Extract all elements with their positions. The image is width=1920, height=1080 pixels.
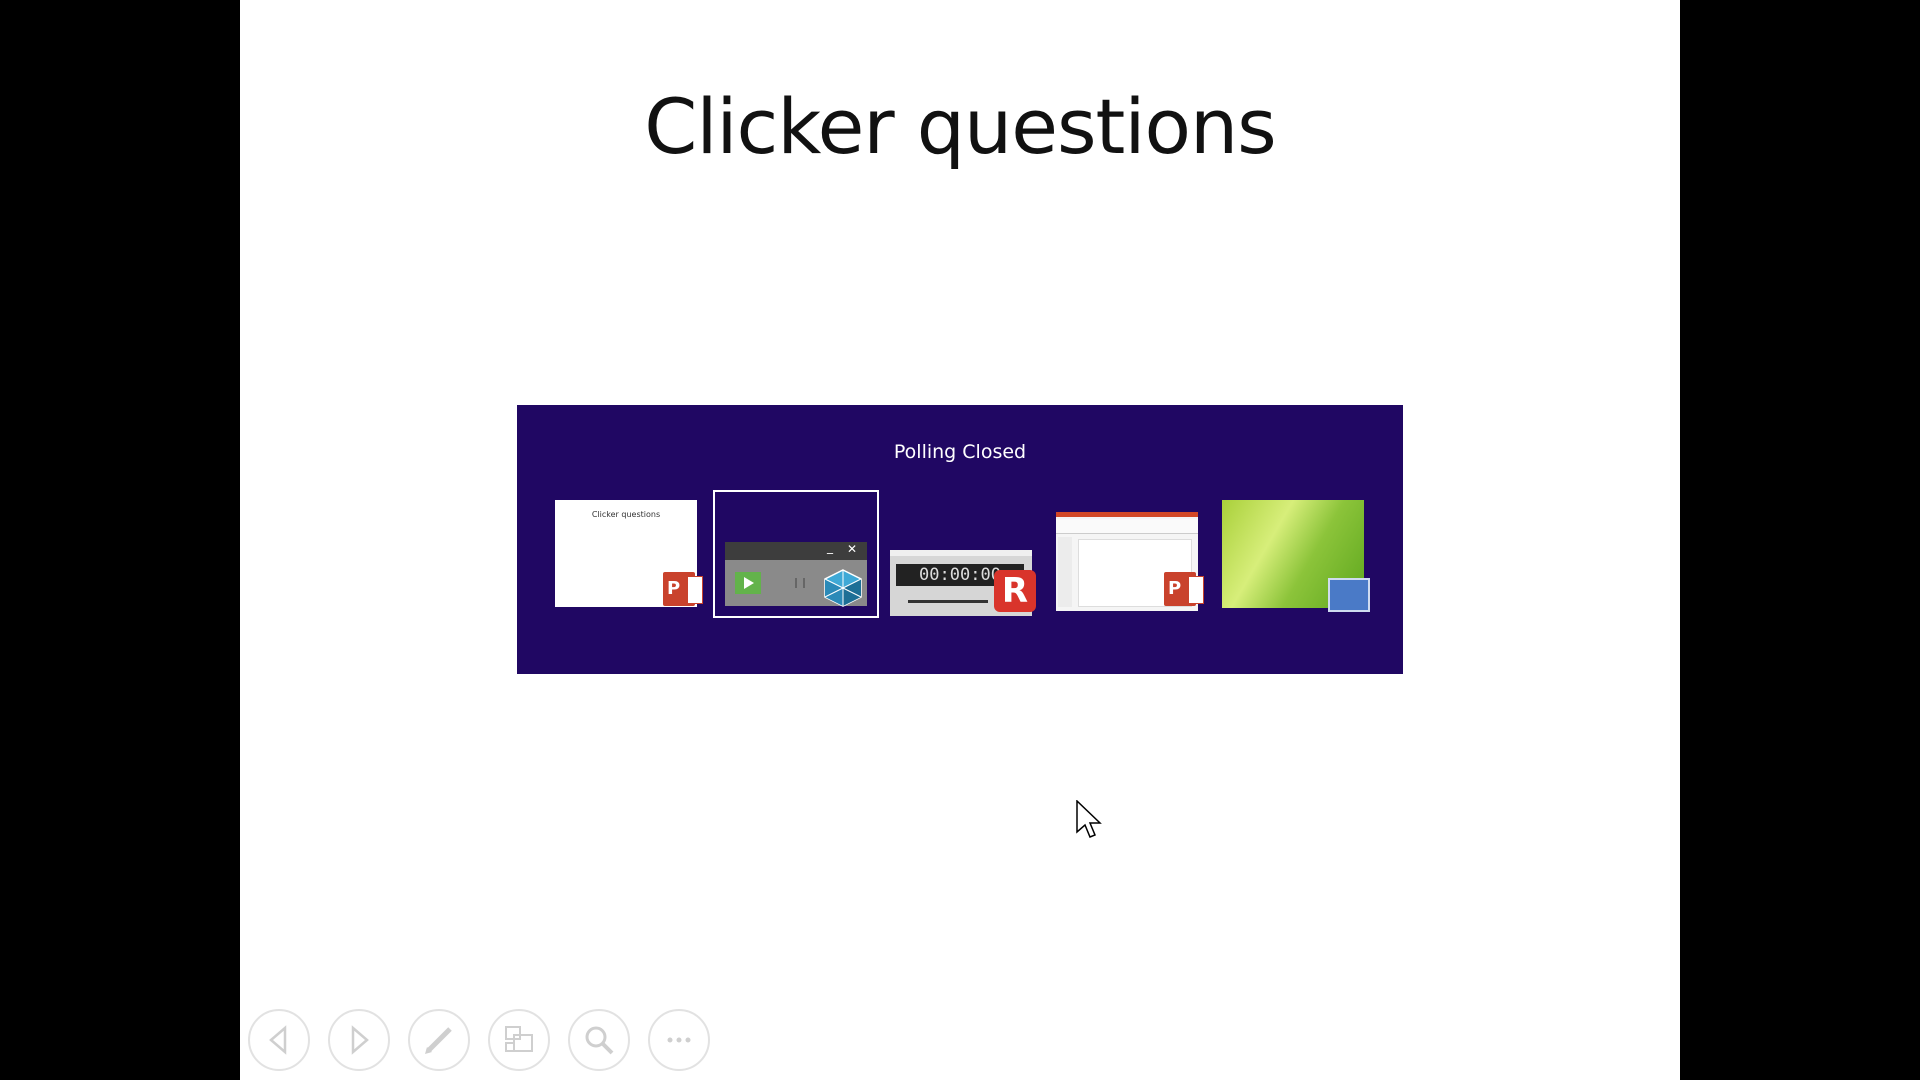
window-titlebar: _ ✕ <box>725 540 867 560</box>
see-all-slides-button[interactable] <box>488 1009 550 1071</box>
powerpoint-icon: P <box>1164 572 1204 606</box>
powerpoint-icon: P <box>663 572 703 606</box>
arrow-left-icon <box>269 1025 287 1055</box>
preview-text: Clicker questions <box>591 510 661 519</box>
arrow-right-icon <box>351 1025 369 1055</box>
switcher-thumbnail-powerpoint-slide[interactable]: Clicker questions P <box>555 500 703 608</box>
app-switcher: Polling Closed Clicker questions P _ ✕ 0… <box>517 405 1403 674</box>
switcher-thumbnail-powerpoint-editor[interactable]: P <box>1056 500 1204 611</box>
monitor-icon <box>1328 578 1370 612</box>
pen-icon <box>425 1027 452 1054</box>
more-options-button[interactable] <box>648 1009 710 1071</box>
play-icon <box>735 572 761 594</box>
slide-canvas: Clicker questions Polling Closed Clicker… <box>240 0 1680 1080</box>
switcher-thumbnail-desktop[interactable] <box>1222 500 1370 612</box>
switcher-thumbnail-recorder[interactable]: 00:00:00 R <box>890 500 1038 616</box>
magnifier-icon <box>585 1026 614 1055</box>
slides-grid-icon <box>505 1026 533 1052</box>
next-slide-button[interactable] <box>328 1009 390 1071</box>
minimize-icon: _ <box>827 540 833 554</box>
ellipsis-icon <box>667 1037 691 1043</box>
zoom-button[interactable] <box>568 1009 630 1071</box>
pen-tool-button[interactable] <box>408 1009 470 1071</box>
cube-icon <box>824 569 862 607</box>
slide-pane <box>1058 537 1072 607</box>
close-icon: ✕ <box>846 542 857 556</box>
recorder-controls <box>908 594 988 603</box>
switcher-title: Polling Closed <box>893 441 1027 463</box>
r-app-icon: R <box>994 570 1036 612</box>
switcher-thumbnail-clicker-toolbar[interactable]: _ ✕ <box>713 490 879 618</box>
mouse-cursor-icon <box>1076 800 1102 838</box>
slide-title: Clicker questions <box>644 82 1277 171</box>
pause-icon <box>795 578 805 588</box>
ribbon <box>1056 519 1198 534</box>
previous-slide-button[interactable] <box>248 1009 310 1071</box>
